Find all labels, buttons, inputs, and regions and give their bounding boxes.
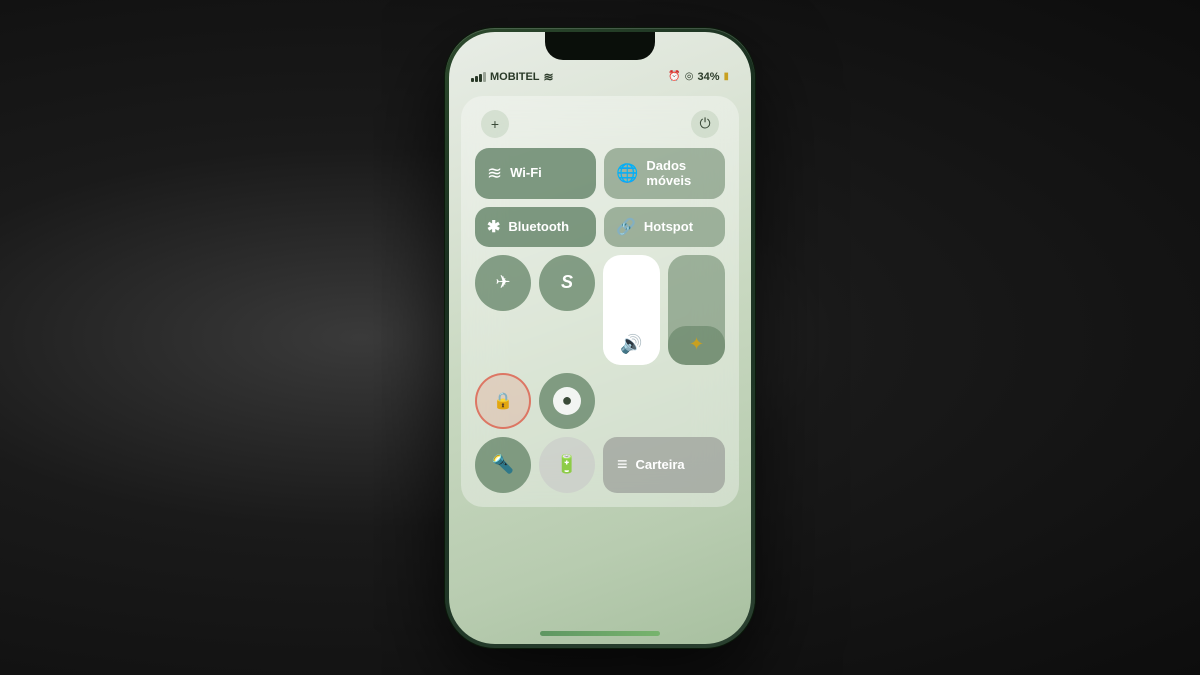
status-right: ⏰ ◎ 34% ▮ (668, 71, 729, 83)
hotspot-label: Hotspot (644, 219, 693, 235)
flashlight-button[interactable]: 🔦 (475, 437, 531, 493)
home-indicator[interactable] (540, 631, 660, 636)
focus-icon: ● (553, 387, 581, 415)
status-left: MOBITEL ≋ (471, 70, 554, 84)
phone-screen: MOBITEL ≋ ⏰ ◎ 34% ▮ + ⏻ (449, 32, 751, 644)
bottom-circle-row: 🔒 ● (475, 373, 725, 429)
bluetooth-button[interactable]: ✱ Bluetooth (475, 207, 596, 247)
add-button[interactable]: + (481, 110, 509, 138)
wallet-label: Carteira (636, 457, 685, 472)
mobile-data-button[interactable]: 🌐 Dados móveis (604, 148, 725, 199)
battery-widget-icon: 🔋 (556, 454, 578, 475)
wifi-label: Wi-Fi (510, 165, 542, 181)
lock-rotation-icon: 🔒 (493, 391, 513, 411)
mobile-data-label: Dados móveis (646, 158, 713, 189)
battery-icon: ▮ (723, 71, 729, 82)
hotspot-icon: 🔗 (616, 217, 636, 237)
shazam-icon: S (561, 272, 573, 293)
notch (545, 32, 655, 60)
location-icon: ◎ (685, 71, 694, 82)
wifi-button[interactable]: ≋ Wi-Fi (475, 148, 596, 199)
airplane-button[interactable]: ✈ (475, 255, 531, 311)
alarm-icon: ⏰ (668, 71, 680, 82)
volume-icon: 🔊 (620, 334, 642, 355)
bluetooth-label: Bluetooth (508, 219, 569, 235)
network-row-1: ≋ Wi-Fi 🌐 Dados móveis (475, 148, 725, 199)
hotspot-button[interactable]: 🔗 Hotspot (604, 207, 725, 247)
brightness-icon: ✦ (689, 334, 704, 355)
add-icon: + (491, 116, 499, 132)
phone-frame: MOBITEL ≋ ⏰ ◎ 34% ▮ + ⏻ (445, 28, 755, 648)
signal-bars (471, 72, 486, 82)
focus-button[interactable]: ● (539, 373, 595, 429)
carrier-label: MOBITEL (490, 71, 540, 83)
shazam-button[interactable]: S (539, 255, 595, 311)
signal-bar-2 (475, 76, 478, 82)
network-row-2: ✱ Bluetooth 🔗 Hotspot (475, 207, 725, 247)
wallet-icon: ≡ (617, 454, 628, 475)
top-icons-row: + ⏻ (475, 110, 725, 138)
airplane-icon: ✈ (495, 272, 510, 293)
signal-bar-1 (471, 78, 474, 82)
power-icon: ⏻ (699, 115, 710, 132)
power-button[interactable]: ⏻ (691, 110, 719, 138)
empty-cell-2 (668, 373, 725, 429)
signal-bar-4 (483, 72, 486, 82)
flashlight-icon: 🔦 (492, 454, 514, 475)
bluetooth-icon: ✱ (487, 217, 500, 237)
lock-rotation-button[interactable]: 🔒 (475, 373, 531, 429)
wallet-button[interactable]: ≡ Carteira (603, 437, 725, 493)
signal-bar-3 (479, 74, 482, 82)
bottom-row: 🔦 🔋 ≡ Carteira (475, 437, 725, 493)
mixed-row: ✈ S 🔊 ✦ (475, 255, 725, 365)
control-center-panel: + ⏻ ≋ Wi-Fi 🌐 Dados móveis (461, 96, 739, 507)
wifi-status-icon: ≋ (544, 70, 554, 84)
battery-widget-button[interactable]: 🔋 (539, 437, 595, 493)
volume-slider[interactable]: 🔊 (603, 255, 660, 365)
brightness-slider[interactable]: ✦ (668, 255, 725, 365)
globe-icon: 🌐 (616, 163, 638, 184)
wifi-icon: ≋ (487, 163, 502, 184)
battery-percent: 34% (697, 71, 719, 83)
empty-cell-1 (603, 373, 660, 429)
